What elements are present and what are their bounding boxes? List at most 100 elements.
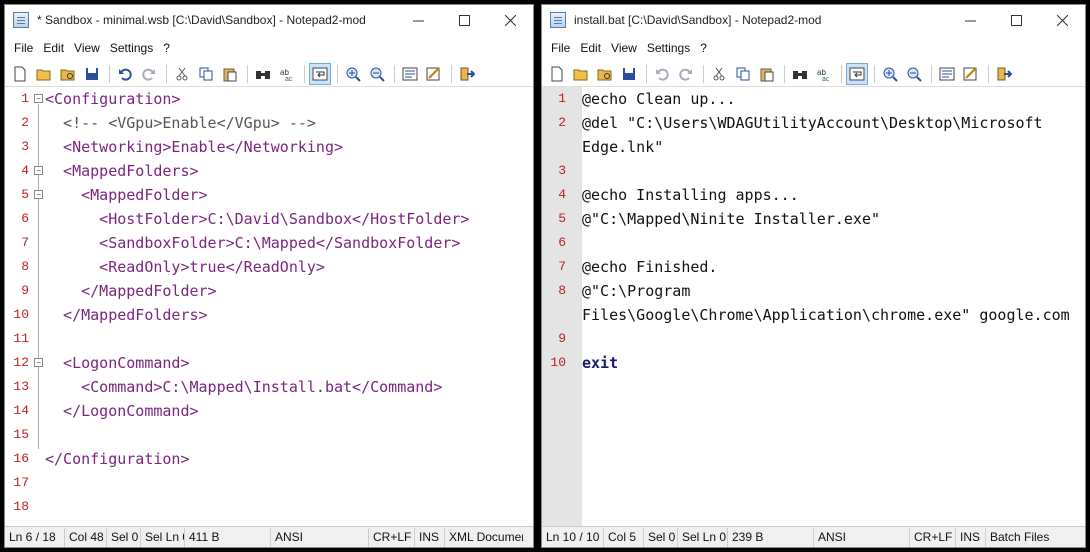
maximize-button[interactable]: [441, 5, 487, 35]
exit-icon[interactable]: [456, 63, 478, 85]
line-number: 6: [558, 235, 566, 250]
menu-file[interactable]: File: [9, 35, 38, 61]
menu-view[interactable]: View: [606, 35, 642, 61]
save-icon[interactable]: [618, 63, 640, 85]
status-column: Col 5: [604, 527, 644, 547]
fold-toggle-icon[interactable]: −: [34, 94, 43, 103]
line-number: [542, 303, 570, 327]
menu-view[interactable]: View: [69, 35, 105, 61]
menu-settings[interactable]: Settings: [642, 35, 695, 61]
fold-toggle-icon[interactable]: −: [34, 358, 43, 367]
code-line: Edge.lnk": [582, 138, 664, 156]
code-line: @echo Installing apps...: [582, 186, 799, 204]
word-wrap-icon[interactable]: [309, 62, 331, 85]
save-icon[interactable]: [81, 63, 103, 85]
zoom-out-icon[interactable]: [903, 63, 925, 85]
paste-icon[interactable]: [756, 63, 778, 85]
cut-icon[interactable]: [171, 63, 193, 85]
notepad-app-icon[interactable]: [13, 12, 29, 28]
zoom-in-icon[interactable]: [879, 63, 901, 85]
menu-edit[interactable]: Edit: [38, 35, 69, 61]
customize-schemes-icon[interactable]: [960, 63, 982, 85]
text-editor[interactable]: 1 2 3 4 5 6 7 8 9 10 @echo Clean up... @…: [542, 87, 1085, 526]
close-button[interactable]: [1039, 5, 1085, 35]
status-language[interactable]: XML Document: [445, 528, 523, 547]
title-bar[interactable]: install.bat [C:\David\Sandbox] - Notepad…: [542, 5, 1085, 35]
line-number: 17: [13, 475, 29, 490]
close-button[interactable]: [487, 5, 533, 35]
fold-margin[interactable]: − − − −: [33, 87, 45, 526]
cut-icon[interactable]: [708, 63, 730, 85]
minimize-button[interactable]: [947, 5, 993, 35]
line-number: 5: [21, 187, 29, 202]
redo-icon[interactable]: [675, 63, 697, 85]
copy-icon[interactable]: [732, 63, 754, 85]
status-line-endings[interactable]: CR+LF: [369, 527, 415, 547]
minimize-button[interactable]: [395, 5, 441, 35]
code-line: </Configuration>: [45, 450, 190, 468]
status-line-endings[interactable]: CR+LF: [910, 527, 956, 547]
word-wrap-icon[interactable]: [846, 62, 868, 85]
find-icon[interactable]: [789, 63, 811, 85]
exit-icon[interactable]: [993, 63, 1015, 85]
menu-settings[interactable]: Settings: [105, 35, 158, 61]
status-line[interactable]: Ln 10 / 10: [542, 527, 604, 547]
status-language[interactable]: Batch Files: [986, 528, 1076, 547]
fold-margin: [570, 87, 582, 526]
new-file-icon[interactable]: [9, 63, 31, 85]
browse-folder-icon[interactable]: [594, 63, 616, 85]
status-encoding[interactable]: ANSI: [271, 527, 369, 547]
paste-icon[interactable]: [219, 63, 241, 85]
line-number: 7: [558, 259, 566, 274]
menu-help[interactable]: ?: [158, 35, 175, 61]
toolbar: ab ac: [542, 61, 1085, 87]
status-selected-lines: Sel Ln 0: [141, 527, 185, 547]
fold-toggle-icon[interactable]: −: [34, 166, 43, 175]
find-icon[interactable]: [252, 63, 274, 85]
open-folder-icon[interactable]: [570, 63, 592, 85]
browse-folder-icon[interactable]: [57, 63, 79, 85]
text-editor[interactable]: 1 2 3 4 5 6 7 8 9 10 11 12 13 14 15 16 1…: [5, 87, 533, 526]
status-insert-mode[interactable]: INS: [956, 527, 986, 547]
code-line: <HostFolder>C:\David\Sandbox</HostFolder…: [45, 210, 470, 228]
batch-code-area[interactable]: @echo Clean up... @del "C:\Users\WDAGUti…: [582, 87, 1085, 526]
status-encoding[interactable]: ANSI: [814, 527, 910, 547]
scheme-icon[interactable]: [936, 63, 958, 85]
menu-file[interactable]: File: [546, 35, 575, 61]
maximize-button[interactable]: [993, 5, 1039, 35]
fold-toggle-icon[interactable]: −: [34, 190, 43, 199]
status-insert-mode[interactable]: INS: [415, 527, 445, 547]
copy-icon[interactable]: [195, 63, 217, 85]
title-bar[interactable]: * Sandbox - minimal.wsb [C:\David\Sandbo…: [5, 5, 533, 35]
redo-icon[interactable]: [138, 63, 160, 85]
line-number: 5: [558, 211, 566, 226]
menu-edit[interactable]: Edit: [575, 35, 606, 61]
notepad-app-icon[interactable]: [550, 12, 566, 28]
status-line[interactable]: Ln 6 / 18: [5, 527, 65, 547]
customize-schemes-icon[interactable]: [423, 63, 445, 85]
status-bar: Ln 10 / 10 Col 5 Sel 0 Sel Ln 0 239 B AN…: [542, 526, 1085, 547]
code-line: <Networking>Enable</Networking>: [45, 138, 344, 156]
scheme-icon[interactable]: [399, 63, 421, 85]
zoom-in-icon[interactable]: [342, 63, 364, 85]
zoom-out-icon[interactable]: [366, 63, 388, 85]
menu-bar: File Edit View Settings ?: [5, 35, 533, 61]
code-line: <!-- <VGpu>Enable</VGpu> -->: [45, 114, 316, 132]
replace-icon[interactable]: ab ac: [276, 63, 298, 85]
line-number: 15: [13, 427, 29, 442]
undo-icon[interactable]: [114, 63, 136, 85]
xml-code-area[interactable]: <Configuration> <!-- <VGpu>Enable</VGpu>…: [45, 87, 533, 526]
svg-text:ac: ac: [822, 76, 830, 82]
line-number: 10: [550, 355, 566, 370]
undo-icon[interactable]: [651, 63, 673, 85]
line-number: 16: [13, 451, 29, 466]
menu-help[interactable]: ?: [695, 35, 712, 61]
line-number: 3: [558, 163, 566, 178]
line-number: 8: [558, 283, 566, 298]
code-line: @"C:\Program: [582, 282, 691, 300]
window-title: install.bat [C:\David\Sandbox] - Notepad…: [574, 13, 822, 27]
open-folder-icon[interactable]: [33, 63, 55, 85]
new-file-icon[interactable]: [546, 63, 568, 85]
replace-icon[interactable]: ab ac: [813, 63, 835, 85]
